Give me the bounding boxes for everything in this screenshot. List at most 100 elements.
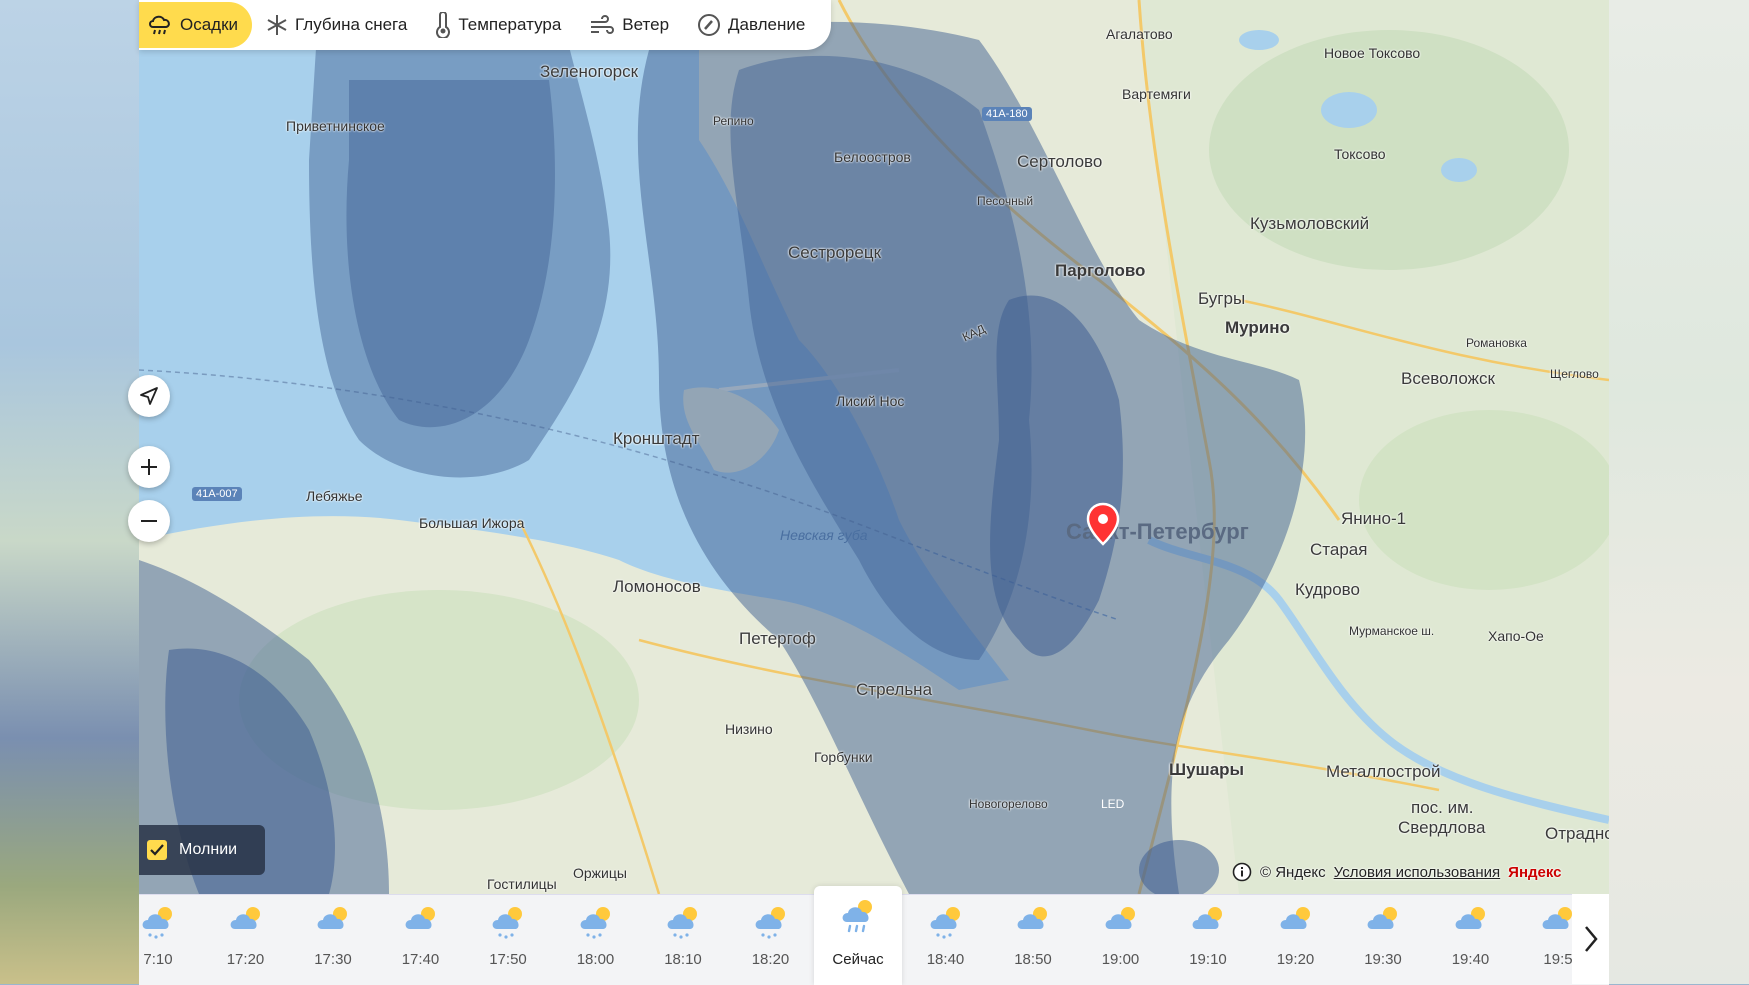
- lightning-toggle[interactable]: Молнии: [139, 825, 265, 875]
- timeline-slot-time: Сейчас: [832, 951, 884, 968]
- map-label-lomonosov: Ломоносов: [613, 577, 701, 596]
- map-label-vsevolozhsk: Всеволожск: [1401, 369, 1495, 388]
- thermometer-icon: [436, 12, 451, 38]
- timeline-slot[interactable]: 18:00: [552, 895, 640, 985]
- map[interactable]: Зеленогорск Агалатово Новое Токсово Варт…: [139, 0, 1609, 894]
- map-label-shushary: Шушары: [1169, 760, 1245, 779]
- timeline-slot-time: 19:10: [1189, 951, 1227, 968]
- map-label-repino: Репино: [713, 114, 754, 128]
- timeline-slot[interactable]: 19:40: [1427, 895, 1515, 985]
- timeline-slot[interactable]: 19:00: [1077, 895, 1165, 985]
- tab-temperature[interactable]: Температура: [421, 2, 575, 48]
- map-label-novogorelovo: Новогорелово: [969, 797, 1048, 811]
- copyright-text: © Яндекс: [1260, 863, 1326, 881]
- map-label-peterhof: Петергоф: [739, 629, 816, 648]
- timeline-slot-time: 19:30: [1364, 951, 1402, 968]
- timeline-slot[interactable]: 17:50: [464, 895, 552, 985]
- timeline-slot-current[interactable]: Сейчас: [814, 886, 902, 985]
- lightning-label: Молнии: [179, 841, 238, 858]
- chevron-right-icon: [1584, 926, 1598, 952]
- timeline-slot-time: 17:50: [489, 951, 527, 968]
- cloud-sun-icon: [1280, 907, 1310, 929]
- timeline-slot[interactable]: 17:20: [202, 895, 290, 985]
- map-label-kuzmolovsky: Кузьмоловский: [1250, 214, 1370, 233]
- timeline-slot[interactable]: 7:10: [114, 895, 202, 985]
- timeline-slot[interactable]: 18:40: [902, 895, 990, 985]
- map-attribution: © Яндекс Условия использования Яндекс: [1232, 862, 1562, 882]
- timeline-slot-time: 18:50: [1014, 951, 1052, 968]
- timeline-slot-time: 18:10: [664, 951, 702, 968]
- map-label-privetninskoe: Приветнинское: [286, 118, 385, 134]
- timeline-slot-time: 19:20: [1276, 951, 1315, 968]
- cloud-snow-icon: [580, 907, 610, 939]
- timeline-slot-time: 7:10: [143, 951, 173, 968]
- terms-of-use-link[interactable]: Условия использования: [1334, 864, 1501, 881]
- timeline-slot[interactable]: 19:10: [1164, 895, 1252, 985]
- timeline-slot[interactable]: 17:30: [289, 895, 377, 985]
- snowflake-icon: [267, 15, 287, 35]
- map-label-lisiy-nos: Лисий Нос: [836, 393, 905, 409]
- map-label-pos-sverdlova-2: Свердлова: [1398, 818, 1486, 837]
- map-label-bugry: Бугры: [1198, 289, 1246, 308]
- timeline-slot-time: 18:40: [926, 951, 965, 968]
- pressure-icon: [698, 14, 721, 36]
- map-label-staraya: Старая: [1310, 540, 1368, 559]
- map-label-orzhitsy: Оржицы: [573, 865, 627, 881]
- map-label-zelenogorsk: Зеленогорск: [540, 62, 639, 81]
- minus-icon: [141, 520, 157, 522]
- timeline-slot-time: 19:00: [1101, 951, 1140, 968]
- timeline-slot[interactable]: 19:20: [1252, 895, 1340, 985]
- map-label-toksovo: Токсово: [1334, 146, 1386, 162]
- timeline-slot-time: 19:40: [1451, 951, 1490, 968]
- map-label-sestroretsk: Сестрорецк: [788, 243, 882, 262]
- tab-pressure-label: Давление: [728, 15, 806, 34]
- map-label-novoe-toksovo: Новое Токсово: [1324, 45, 1421, 61]
- timeline-slot[interactable]: 18:50: [989, 895, 1077, 985]
- map-label-led: LED: [1101, 797, 1125, 811]
- tab-precipitation-label: Осадки: [180, 15, 239, 34]
- tab-wind-label: Ветер: [622, 15, 670, 34]
- cloud-rain-icon: [842, 900, 872, 933]
- timeline-slot-time: 17:40: [401, 951, 440, 968]
- tab-temperature-label: Температура: [458, 15, 562, 34]
- timeline-slot[interactable]: 18:20: [727, 895, 815, 985]
- timeline-slot[interactable]: 19:30: [1339, 895, 1427, 985]
- timeline-next-button[interactable]: [1572, 894, 1609, 984]
- tab-snow-depth[interactable]: Глубина снега: [252, 2, 421, 48]
- map-label-hapo-oe: Хапо-Ое: [1488, 628, 1544, 644]
- zoom-in-button[interactable]: [128, 446, 170, 488]
- zoom-out-button[interactable]: [128, 500, 170, 542]
- map-label-strelna: Стрельна: [856, 680, 933, 699]
- cloud-sun-icon: [230, 907, 260, 929]
- timeline-slot[interactable]: 18:10: [639, 895, 727, 985]
- tab-pressure[interactable]: Давление: [683, 2, 819, 48]
- map-label-gostilitsy: Гостилицы: [487, 876, 557, 892]
- timeline-slot-time: 19:5: [1543, 951, 1573, 968]
- tab-wind[interactable]: Ветер: [575, 2, 683, 48]
- cloud-sun-icon: [1455, 907, 1485, 929]
- map-label-pos-sverdlova-1: пос. им.: [1411, 798, 1474, 817]
- cloud-snow-icon: [142, 907, 172, 939]
- location-arrow-icon: [140, 387, 158, 405]
- lightning-checkbox[interactable]: [147, 840, 167, 860]
- checkmark-icon: [150, 844, 164, 856]
- info-icon[interactable]: [1232, 862, 1252, 882]
- geolocation-button[interactable]: [128, 375, 170, 417]
- yandex-logo[interactable]: Яндекс: [1508, 864, 1561, 881]
- map-label-beloostrov: Белоостров: [834, 149, 911, 165]
- map-label-murmanskoe-highway: Мурманское ш.: [1349, 624, 1435, 638]
- map-label-shchoglovo: Щеглово: [1550, 367, 1599, 381]
- map-label-kronshtadt: Кронштадт: [613, 429, 700, 448]
- cloud-snow-icon: [667, 907, 697, 939]
- road-badge-41a007: 41А-007: [192, 487, 242, 501]
- map-label-lebyazhe: Лебяжье: [306, 488, 363, 504]
- forecast-timeline[interactable]: 7:10 17:20 17:30 17:40 17:50 18:00 18:10 18:20 С…: [139, 886, 1609, 985]
- location-pin-icon[interactable]: [1085, 502, 1121, 546]
- tab-precipitation[interactable]: Осадки: [139, 2, 253, 48]
- timeline-slot-time: 18:00: [576, 951, 615, 968]
- timeline-slot[interactable]: 17:40: [377, 895, 465, 985]
- cloud-sun-icon: [1367, 907, 1397, 929]
- precipitation-icon: [149, 15, 170, 35]
- timeline-slot-time: 18:20: [751, 951, 790, 968]
- map-label-bolshaya-izhora: Большая Ижора: [419, 515, 525, 531]
